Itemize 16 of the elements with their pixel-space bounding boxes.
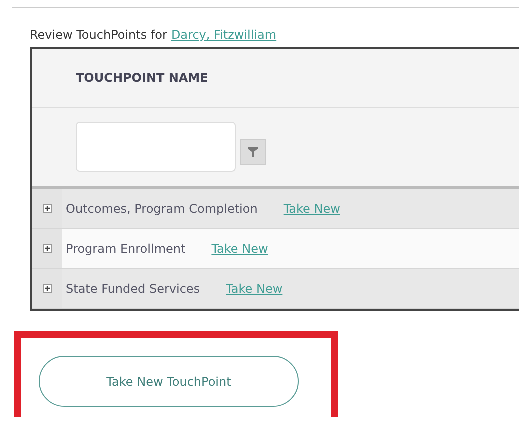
- heading-text: Review TouchPoints for: [30, 28, 168, 42]
- person-link[interactable]: Darcy, Fitzwilliam: [171, 28, 277, 42]
- column-header: TOUCHPOINT NAME: [76, 71, 208, 85]
- touchpoint-name: State Funded Services: [66, 282, 200, 296]
- take-new-link[interactable]: Take New: [226, 282, 283, 296]
- expand-icon[interactable]: [42, 244, 52, 253]
- touchpoint-name: Program Enrollment: [66, 242, 186, 256]
- expand-icon[interactable]: [42, 284, 52, 293]
- expand-icon[interactable]: [42, 204, 52, 213]
- touchpoint-name: Outcomes, Program Completion: [66, 202, 258, 216]
- take-new-link[interactable]: Take New: [284, 202, 340, 216]
- funnel-icon: [248, 147, 258, 157]
- filter-button[interactable]: [240, 139, 266, 165]
- take-new-link[interactable]: Take New: [212, 242, 268, 256]
- filter-field[interactable]: [76, 122, 236, 172]
- take-new-touchpoint-button[interactable]: Take New TouchPoint: [39, 356, 299, 407]
